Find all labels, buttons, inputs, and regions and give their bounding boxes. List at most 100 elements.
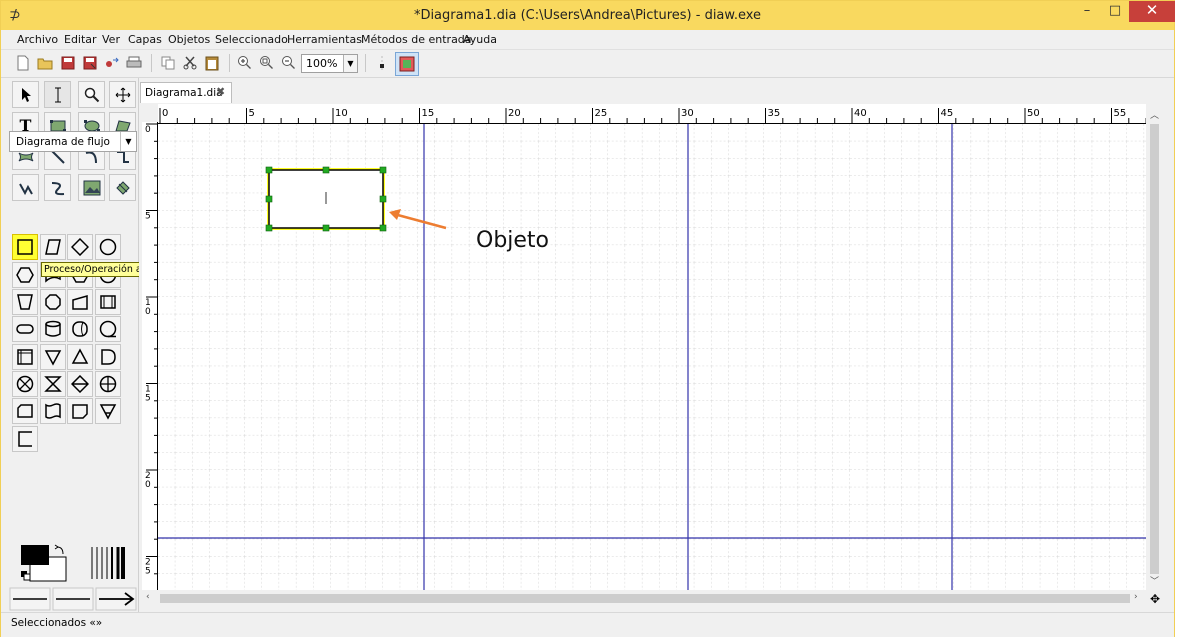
- ruler-label: 5: [145, 567, 151, 577]
- toolbar-separator: [365, 54, 366, 72]
- connector-shape[interactable]: [95, 234, 121, 260]
- copy-icon[interactable]: [159, 54, 177, 72]
- move-icon[interactable]: [109, 81, 136, 108]
- decision-shape[interactable]: [67, 234, 93, 260]
- menu-capas[interactable]: Capas: [128, 33, 162, 46]
- close-icon[interactable]: ✖: [216, 85, 225, 98]
- paste-icon[interactable]: [203, 54, 221, 72]
- menu-herramientas[interactable]: Herramientas: [287, 33, 362, 46]
- cut-icon[interactable]: [181, 54, 199, 72]
- ruler-label: 0: [145, 125, 151, 135]
- line-width-selector[interactable]: [88, 545, 126, 581]
- manual-input-shape[interactable]: [67, 289, 93, 315]
- collate-shape[interactable]: [40, 371, 66, 397]
- grid-icon[interactable]: [373, 54, 391, 72]
- status-text: Seleccionados «»: [11, 617, 103, 629]
- scroll-left-icon[interactable]: ‹: [146, 592, 150, 602]
- menu-ver[interactable]: Ver: [102, 33, 120, 46]
- zoom-out-icon[interactable]: [280, 54, 298, 72]
- navigation-icon[interactable]: ✥: [1150, 592, 1160, 606]
- scroll-up-icon[interactable]: ︿: [1150, 108, 1159, 121]
- ruler-label: 45: [941, 108, 954, 119]
- sequential-storage-shape[interactable]: [95, 316, 121, 342]
- save-as-icon[interactable]: [81, 54, 99, 72]
- sheet-select-value: Diagrama de flujo: [16, 136, 110, 148]
- summing-junction-shape[interactable]: [95, 371, 121, 397]
- magnetic-disk-shape[interactable]: [40, 316, 66, 342]
- predefined-process-shape[interactable]: [95, 289, 121, 315]
- ruler-label: 50: [1027, 108, 1040, 119]
- extract-shape[interactable]: [67, 344, 93, 370]
- offpage-shape[interactable]: [67, 398, 93, 424]
- direct-access-shape[interactable]: [67, 316, 93, 342]
- chevron-down-icon[interactable]: ▼: [120, 132, 136, 151]
- line-style-selector[interactable]: [9, 587, 137, 611]
- card-shape[interactable]: [12, 398, 38, 424]
- status-bar: Seleccionados «»: [1, 612, 1174, 637]
- menu-metodos-entrada[interactable]: Métodos de entrada: [361, 33, 472, 46]
- toolbar-separator: [229, 54, 230, 72]
- export-icon[interactable]: [103, 54, 121, 72]
- zoom-fit-icon[interactable]: [258, 54, 276, 72]
- new-icon[interactable]: [14, 54, 32, 72]
- sort-shape[interactable]: [67, 371, 93, 397]
- horizontal-ruler: 0 5 10 15 20 25 30 35 40 45 50 55: [158, 104, 1147, 124]
- scroll-down-icon[interactable]: ﹀: [1150, 574, 1159, 587]
- title-bar: ⊅ *Diagrama1.dia (C:\Users\Andrea\Pictur…: [1, 1, 1175, 30]
- or-shape[interactable]: [12, 371, 38, 397]
- open-icon[interactable]: [36, 54, 54, 72]
- horizontal-scrollbar[interactable]: ‹ ›: [142, 590, 1146, 607]
- manual-operation-shape[interactable]: [12, 289, 38, 315]
- pointer-icon[interactable]: [12, 81, 39, 108]
- polyline-icon[interactable]: [12, 174, 39, 201]
- terminal-shape[interactable]: [12, 316, 38, 342]
- ruler-label: 5: [145, 212, 151, 222]
- menu-objetos[interactable]: Objetos: [168, 33, 210, 46]
- chevron-down-icon[interactable]: ▼: [343, 55, 357, 72]
- selected-object[interactable]: [265, 166, 387, 232]
- zoom-in-icon[interactable]: [236, 54, 254, 72]
- maximize-button[interactable]: □: [1101, 1, 1129, 22]
- menu-archivo[interactable]: Archivo: [17, 33, 58, 46]
- ruler-label: 40: [854, 108, 867, 119]
- preparation-shape[interactable]: [12, 262, 38, 288]
- toolbar: 100% ▼: [1, 50, 1174, 78]
- image-icon[interactable]: [78, 174, 105, 201]
- print-icon[interactable]: [125, 54, 143, 72]
- octagon-shape[interactable]: [40, 289, 66, 315]
- close-button[interactable]: ✕: [1129, 1, 1175, 22]
- ruler-label: 0: [145, 307, 151, 317]
- annotation-shape[interactable]: [12, 426, 38, 452]
- bezier-icon[interactable]: [44, 174, 71, 201]
- menu-editar[interactable]: Editar: [64, 33, 97, 46]
- scroll-thumb[interactable]: [1150, 124, 1159, 574]
- zoom-select[interactable]: 100% ▼: [301, 54, 358, 73]
- scroll-thumb[interactable]: [160, 594, 1130, 603]
- vertical-scrollbar[interactable]: ︿ ﹀: [1146, 104, 1163, 590]
- scroll-right-icon[interactable]: ›: [1134, 592, 1138, 602]
- internal-storage-shape[interactable]: [12, 344, 38, 370]
- parallelogram-shape[interactable]: [40, 234, 66, 260]
- toolbar-separator: [151, 54, 152, 72]
- magnify-icon[interactable]: [78, 81, 105, 108]
- ruler-label: 0: [145, 480, 151, 490]
- color-selector[interactable]: [17, 543, 77, 585]
- snap-icon[interactable]: [395, 52, 419, 76]
- text-cursor-icon[interactable]: [44, 81, 71, 108]
- save-icon[interactable]: [59, 54, 77, 72]
- ruler-label: 5: [145, 394, 151, 404]
- tab-diagrama1[interactable]: Diagrama1.dia ✖: [140, 82, 232, 103]
- sheet-select[interactable]: Diagrama de flujo ▼: [9, 131, 137, 152]
- merge-shape[interactable]: [40, 344, 66, 370]
- ruler-label: 10: [335, 108, 348, 119]
- menu-ayuda[interactable]: Ayuda: [463, 33, 497, 46]
- ruler-label: 20: [508, 108, 521, 119]
- process-shape[interactable]: [12, 234, 38, 260]
- window-title: *Diagrama1.dia (C:\Users\Andrea\Pictures…: [413, 8, 762, 23]
- punched-tape-shape[interactable]: [40, 398, 66, 424]
- outline-icon[interactable]: [109, 174, 136, 201]
- minimize-button[interactable]: –: [1073, 1, 1101, 22]
- offline-storage-shape[interactable]: [95, 398, 121, 424]
- menu-seleccionado[interactable]: Seleccionado: [215, 33, 288, 46]
- delay-shape[interactable]: [95, 344, 121, 370]
